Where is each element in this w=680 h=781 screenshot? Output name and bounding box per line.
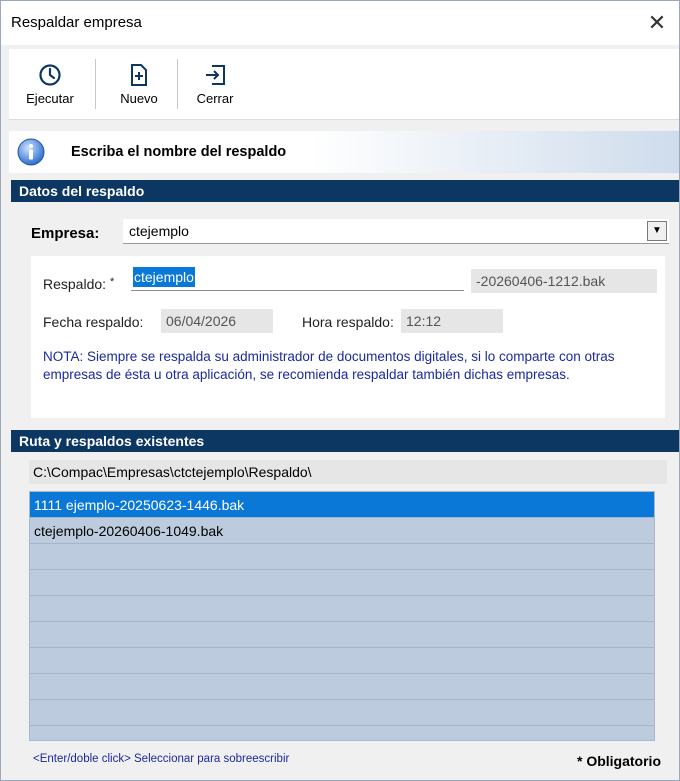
empty-row [30,648,654,674]
info-bar: Escriba el nombre del respaldo [9,131,679,173]
empresa-value: ctejemplo [129,223,189,239]
nota-text: NOTA: Siempre se respalda su administrad… [43,349,615,382]
fecha-field: 06/04/2026 [161,309,273,333]
required-mark: * [109,276,115,288]
empty-row [30,700,654,726]
empty-row [30,622,654,648]
section-header-datos: Datos del respaldo [11,180,679,202]
hora-label: Hora respaldo: [302,314,394,330]
info-icon [17,138,45,166]
close-button[interactable]: Cerrar [183,55,247,115]
execute-label: Ejecutar [26,91,74,106]
backup-path: C:\Compac\Empresas\ctctejemplo\Respaldo\ [29,460,667,484]
exit-icon [206,65,225,85]
empresa-select[interactable]: ctejemplo ▼ [123,219,669,244]
fecha-label: Fecha respaldo: [43,314,144,330]
toolbar-separator [95,59,96,109]
empresa-label: Empresa: [31,225,100,242]
close-icon[interactable]: ✕ [643,9,671,37]
new-button[interactable]: Nuevo [101,55,177,115]
empty-row [30,674,654,700]
hint-text: <Enter/doble click> Seleccionar para sob… [33,753,290,765]
hora-field: 12:12 [401,309,503,333]
execute-button[interactable]: Ejecutar [9,55,91,115]
new-document-icon [131,64,147,86]
new-label: Nuevo [120,91,158,106]
respaldo-label: Respaldo: * [43,276,115,292]
respaldo-panel: Respaldo: * ctejemplo -20260406-1212.bak… [31,256,665,418]
file-row[interactable]: ctejemplo-20260406-1049.bak [30,518,654,544]
close-label: Cerrar [196,91,234,106]
toolbar: Ejecutar Nuevo Cerrar [9,49,679,120]
title-bar: Respaldar empresa ✕ [1,1,679,45]
empty-row [30,596,654,622]
empty-row [30,570,654,596]
empty-row [30,544,654,570]
section-header-ruta: Ruta y respaldos existentes [11,430,679,452]
info-message: Escriba el nombre del respaldo [71,144,287,160]
existing-backups-list[interactable]: 1111 ejemplo-20250623-1446.bak ctejemplo-… [29,491,655,741]
respaldo-input-value: ctejemplo [133,267,195,287]
respaldo-suffix: -20260406-1212.bak [471,269,657,293]
respaldo-input[interactable]: ctejemplo [131,266,464,291]
window-title: Respaldar empresa [11,14,142,31]
toolbar-separator [177,59,178,109]
chevron-down-icon[interactable]: ▼ [647,221,667,241]
backup-company-dialog: Respaldar empresa ✕ Ejecutar Nuevo Cerra… [0,0,680,781]
required-legend: * Obligatorio [577,753,661,769]
file-row[interactable]: 1111 ejemplo-20250623-1446.bak [30,492,654,518]
clock-icon [39,64,61,86]
